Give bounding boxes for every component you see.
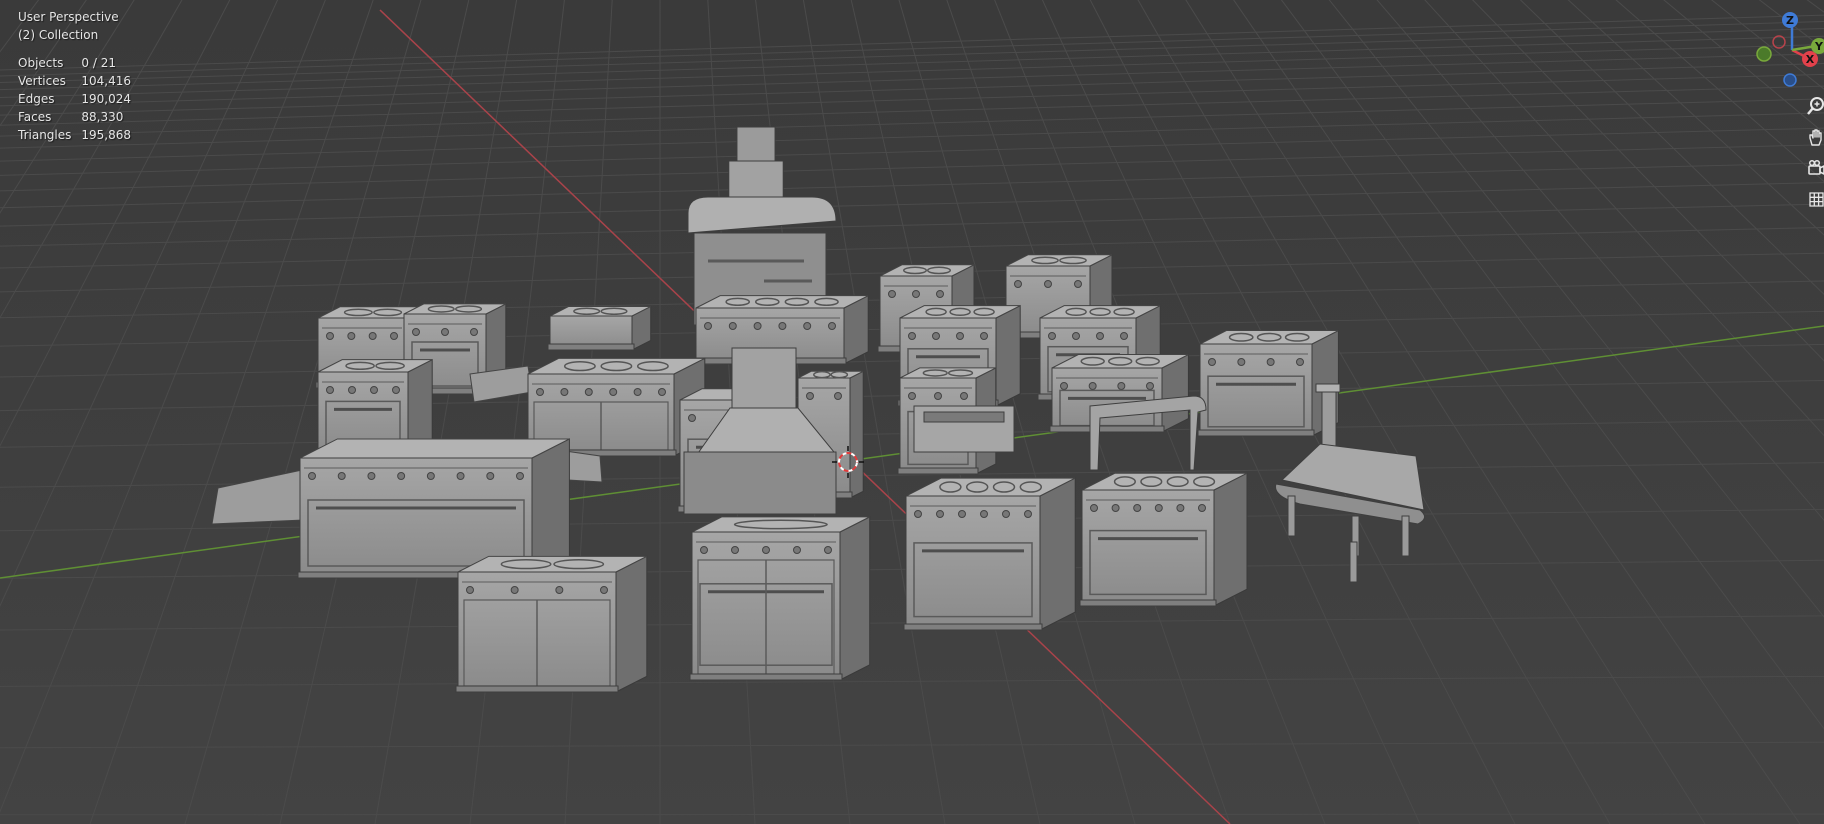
stat-label: Objects bbox=[18, 56, 64, 70]
grid-ortho-icon bbox=[1809, 192, 1824, 207]
salamander-broiler-model[interactable] bbox=[913, 405, 1015, 453]
z-axis-handle[interactable]: Z bbox=[1782, 12, 1798, 28]
camera-view-button[interactable] bbox=[1806, 154, 1824, 182]
neg-z-handle[interactable] bbox=[1783, 73, 1797, 87]
griddle-stove-model[interactable] bbox=[689, 516, 871, 681]
stove-model[interactable] bbox=[547, 305, 652, 351]
3d-viewport[interactable]: User Perspective (2) Collection Objects … bbox=[0, 0, 1824, 824]
stat-value: 195,868 bbox=[81, 128, 132, 142]
stat-label: Faces bbox=[18, 110, 52, 124]
stat-row: Triangles 195,868 bbox=[18, 126, 131, 144]
stat-label: Triangles bbox=[18, 128, 72, 142]
zoom-button[interactable] bbox=[1806, 92, 1824, 120]
scene-view[interactable] bbox=[0, 0, 1824, 824]
four-burner-stove-model[interactable] bbox=[1079, 472, 1248, 607]
stat-value: 190,024 bbox=[81, 92, 132, 106]
stat-row: Objects 0 / 21 bbox=[18, 54, 131, 72]
cooktop-cabinet-model[interactable] bbox=[455, 555, 648, 693]
hand-pan-icon bbox=[1809, 129, 1822, 146]
camera-icon bbox=[1808, 159, 1824, 175]
navigation-gizmo[interactable]: Z X Y bbox=[1750, 10, 1824, 90]
neg-y-handle[interactable] bbox=[1756, 46, 1772, 62]
stove-model[interactable] bbox=[1049, 353, 1189, 433]
scene-statistics: Objects 0 / 21 Vertices 104,416 Edges 19… bbox=[18, 54, 131, 144]
x-axis-handle[interactable]: X bbox=[1802, 51, 1818, 67]
stat-value: 104,416 bbox=[81, 74, 132, 88]
pan-button[interactable] bbox=[1806, 123, 1824, 151]
ortho-toggle-button[interactable] bbox=[1806, 185, 1824, 213]
salamander-stove-model[interactable] bbox=[903, 477, 1076, 631]
zoom-icon bbox=[1807, 97, 1824, 115]
collection-name: (2) Collection bbox=[18, 28, 99, 42]
y-axis-label: Y bbox=[1814, 40, 1824, 53]
viewport-navigation-tools bbox=[1806, 92, 1824, 216]
stat-value: 0 / 21 bbox=[81, 56, 116, 70]
stat-row: Faces 88,330 bbox=[18, 108, 131, 126]
stat-label: Edges bbox=[18, 92, 55, 106]
stat-row: Vertices 104,416 bbox=[18, 72, 131, 90]
x-axis-label: X bbox=[1806, 53, 1815, 66]
view-name: User Perspective bbox=[18, 10, 119, 24]
stat-row: Edges 190,024 bbox=[18, 90, 131, 108]
neg-x-handle[interactable] bbox=[1772, 35, 1786, 49]
stat-label: Vertices bbox=[18, 74, 66, 88]
viewport-text-info: User Perspective (2) Collection Objects … bbox=[18, 8, 131, 144]
stove-model-right[interactable] bbox=[1197, 329, 1339, 437]
z-axis-label: Z bbox=[1786, 14, 1794, 27]
stat-value: 88,330 bbox=[81, 110, 124, 124]
